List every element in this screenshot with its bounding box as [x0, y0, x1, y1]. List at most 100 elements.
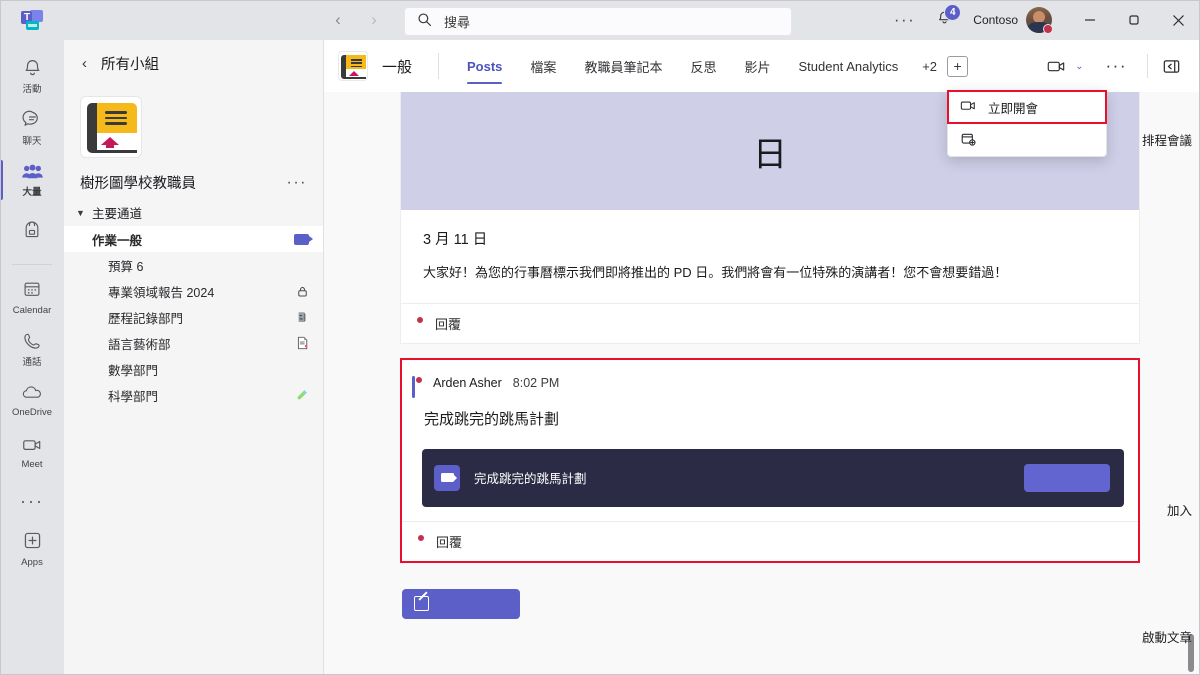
post-body-text: 完成跳完的跳馬計劃 [402, 390, 1138, 449]
tab-staff-notebook[interactable]: 教職員筆記本 [570, 40, 676, 92]
team-name: 樹形圖學校教職員 [80, 172, 196, 193]
minimize-button[interactable] [1068, 0, 1112, 40]
meeting-title: 完成跳完的跳馬計劃 [474, 468, 587, 487]
menu-item-label: 立即開會 [988, 98, 1038, 117]
video-camera-icon [960, 100, 977, 115]
org-name: Contoso [961, 13, 1026, 27]
post-time: 8:02 PM [513, 376, 560, 390]
rail-item-meet[interactable]: Meet [0, 427, 64, 479]
forward-arrow-icon[interactable]: › [364, 10, 384, 30]
close-button[interactable] [1156, 0, 1200, 40]
rail-item-assignments[interactable] [0, 206, 64, 258]
back-arrow-icon[interactable]: ‹ [328, 10, 348, 30]
meet-dropdown-chevron-icon[interactable]: ⌄ [1073, 61, 1091, 72]
moai-emoji-icon [295, 310, 309, 324]
post-author-row: Arden Asher 8:02 PM [402, 360, 1138, 390]
team-avatar-book-icon [80, 96, 142, 158]
channel-label: 數學部門 [108, 360, 158, 379]
join-meeting-button[interactable] [1024, 464, 1110, 492]
lock-icon [296, 285, 309, 298]
channel-more-icon[interactable]: ··· [1094, 56, 1139, 76]
reply-row[interactable]: 回覆 [402, 521, 1138, 561]
test-tube-icon [295, 388, 309, 402]
rail-more-icon[interactable]: ··· [0, 479, 64, 523]
rail-item-teams[interactable]: 大量 [0, 154, 64, 206]
annotation-schedule-meeting: 排程會議 [1142, 130, 1192, 149]
title-bar: ‹ › 搜尋 ··· 4 Contoso [0, 0, 1200, 40]
annotation-join: 加入 [1167, 500, 1192, 519]
maximize-button[interactable] [1112, 0, 1156, 40]
tab-video[interactable]: 影片 [730, 40, 784, 92]
new-post-button[interactable] [402, 589, 520, 619]
meeting-card[interactable]: 完成跳完的跳馬計劃 [422, 449, 1124, 507]
rail-item-chat[interactable]: 聊天 [0, 102, 64, 154]
channel-label: 預算 6 [108, 256, 143, 275]
menu-item-schedule-meeting[interactable] [948, 124, 1106, 156]
search-placeholder: 搜尋 [444, 12, 470, 31]
tab-reflect[interactable]: 反思 [676, 40, 730, 92]
phone-icon [22, 331, 42, 356]
tab-posts[interactable]: Posts [453, 40, 516, 92]
author-name: Arden Asher [433, 376, 502, 390]
channel-label: 語言藝術部 [108, 334, 171, 353]
channel-item-language-arts[interactable]: 語言藝術部 [64, 330, 323, 356]
channel-title: 一般 [382, 56, 412, 77]
rail-label-calendar: Calendar [13, 305, 52, 316]
tab-files[interactable]: 檔案 [516, 40, 570, 92]
channel-label: 科學部門 [108, 386, 158, 405]
channel-group-header[interactable]: ▼ 主要通道 [64, 199, 323, 226]
menu-item-meet-now[interactable]: 立即開會 [948, 91, 1106, 123]
user-avatar[interactable] [1026, 7, 1052, 33]
rail-item-calls[interactable]: 通話 [0, 323, 64, 375]
channel-tabs: Posts 檔案 教職員筆記本 反思 影片 Student Analytics … [453, 40, 968, 92]
chevron-down-icon: ▼ [76, 208, 86, 218]
header-divider [438, 53, 439, 79]
open-side-panel-button[interactable] [1156, 52, 1186, 80]
post-body-text: 大家好！為您的行事曆標示我們即將推出的 PD 日。我們將會有一位特殊的演講者！您… [401, 249, 1139, 303]
teams-people-icon [21, 163, 44, 186]
video-camera-icon [21, 437, 43, 458]
rail-item-apps[interactable]: Apps [0, 523, 64, 575]
rail-item-calendar[interactable]: Calendar [0, 271, 64, 323]
channel-item-budget[interactable]: 預算 6 [64, 252, 323, 278]
channel-item-history[interactable]: 歷程記錄部門 [64, 304, 323, 330]
tab-student-analytics[interactable]: Student Analytics [784, 40, 912, 92]
calendar-icon [22, 279, 42, 304]
team-row[interactable]: 樹形圖學校教職員 ··· [64, 158, 323, 199]
notifications-button[interactable]: 4 [927, 0, 961, 40]
compose-pencil-icon [414, 596, 429, 611]
back-chevron-icon[interactable]: ‹ [82, 55, 87, 72]
rail-label-activity: 活動 [22, 84, 41, 95]
document-icon [296, 336, 309, 350]
rail-item-activity[interactable]: 活動 [0, 50, 64, 102]
banner-glyph: 日 [753, 127, 787, 176]
rail-label-apps: Apps [21, 557, 43, 568]
video-camera-icon [434, 465, 460, 491]
reply-row[interactable]: 回覆 [401, 303, 1139, 343]
meet-now-button[interactable] [1041, 52, 1071, 80]
search-input[interactable]: 搜尋 [404, 7, 792, 36]
channel-item-pd-report[interactable]: 專業領域報告 2024 [64, 278, 323, 304]
apps-plus-icon [22, 530, 43, 556]
reply-label: 回覆 [435, 314, 461, 333]
rail-label-meet: Meet [21, 459, 42, 470]
rail-label-calls: 通話 [22, 357, 41, 368]
compose-row [324, 563, 1200, 619]
channel-item-general[interactable]: 作業一般 [64, 226, 323, 252]
teams-pane: ‹ 所有小組 樹形圖學校教職員 ··· ▼ 主要通道 作業一般 預算 6 [64, 40, 324, 675]
all-teams-label[interactable]: 所有小組 [101, 53, 159, 74]
teams-app-window: ‹ › 搜尋 ··· 4 Contoso [0, 0, 1200, 675]
channel-item-science[interactable]: 科學部門 [64, 382, 323, 408]
meeting-participant-avatar [984, 464, 1012, 492]
calendar-add-icon [960, 132, 977, 149]
rail-divider [12, 264, 52, 265]
titlebar-more-icon[interactable]: ··· [882, 10, 927, 30]
channel-item-math[interactable]: 數學部門 [64, 356, 323, 382]
team-more-icon[interactable]: ··· [287, 174, 307, 192]
rail-item-onedrive[interactable]: OneDrive [0, 375, 64, 427]
tab-overflow-count[interactable]: +2 [912, 59, 943, 74]
add-tab-button[interactable]: + [947, 56, 968, 77]
channel-group-label: 主要通道 [92, 203, 142, 222]
pane-header: ‹ 所有小組 [64, 40, 323, 86]
chat-icon [22, 109, 43, 135]
